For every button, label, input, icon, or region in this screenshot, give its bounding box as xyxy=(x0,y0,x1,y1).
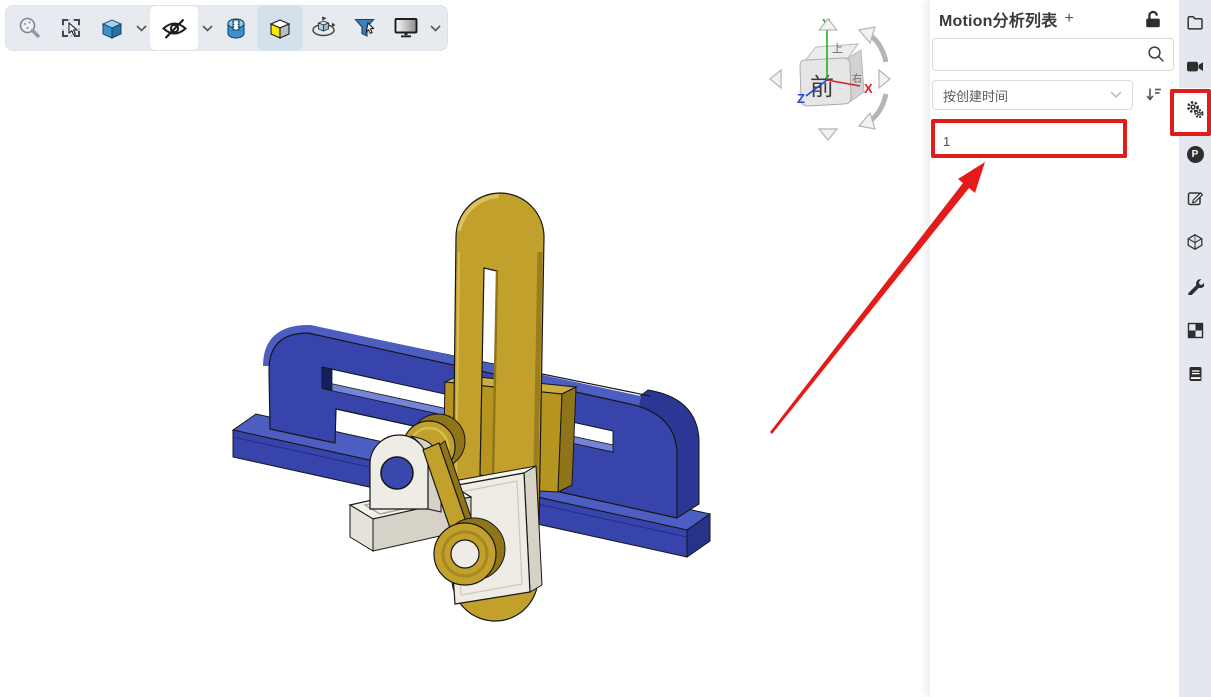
rail-item-tools[interactable] xyxy=(1179,264,1211,308)
book-icon xyxy=(1187,365,1204,383)
view-roll-cw-arrow[interactable] xyxy=(870,94,886,121)
edit-icon xyxy=(1186,189,1204,207)
p-badge-icon: P xyxy=(1187,146,1204,163)
chevron-down-icon xyxy=(136,25,147,32)
section-view-button[interactable] xyxy=(216,6,256,50)
display-mode-dropdown[interactable] xyxy=(427,6,443,50)
view-rotate-down-arrow[interactable] xyxy=(819,129,837,140)
view-cube-dropdown[interactable] xyxy=(133,6,149,50)
search-icon[interactable] xyxy=(1147,45,1166,69)
rail-item-model-tree[interactable] xyxy=(1179,220,1211,264)
selection-filter-icon xyxy=(352,15,378,41)
display-mode-button[interactable] xyxy=(386,6,426,50)
search-box xyxy=(932,38,1174,71)
add-analysis-button[interactable]: + xyxy=(1064,10,1073,28)
rail-item-render-modes[interactable] xyxy=(1179,308,1211,352)
axis-x-label: X xyxy=(864,81,873,96)
view-roll-ccw-arrow[interactable] xyxy=(870,35,886,62)
view-rotate-right-arrow[interactable] xyxy=(879,70,890,88)
rail-item-edit[interactable] xyxy=(1179,176,1211,220)
rail-item-animation[interactable] xyxy=(1179,44,1211,88)
motion-analysis-panel: Motion分析列表 + 按创建时间 xyxy=(930,0,1179,697)
view-cube-icon xyxy=(99,15,125,41)
view-cube[interactable]: 上 右 前 Y X Z xyxy=(770,16,890,140)
list-item[interactable]: 1 xyxy=(930,123,1179,159)
side-rail: P xyxy=(1179,0,1211,697)
box-3d-icon xyxy=(1186,233,1204,251)
panel-header: Motion分析列表 + xyxy=(930,0,1179,33)
camera-icon xyxy=(1186,57,1204,75)
view-rotate-left-arrow[interactable] xyxy=(770,70,781,88)
shaded-display-button[interactable] xyxy=(257,6,303,50)
axis-z-label: Z xyxy=(797,91,805,106)
rail-item-notes[interactable] xyxy=(1179,352,1211,396)
chevron-down-icon xyxy=(430,25,441,32)
sort-direction-button[interactable] xyxy=(1144,85,1164,105)
rotate-view-button[interactable] xyxy=(304,6,344,50)
sort-descending-icon xyxy=(1144,85,1164,105)
chevron-down-icon xyxy=(1110,91,1122,99)
unlock-icon[interactable] xyxy=(1143,9,1164,30)
sort-order-select[interactable]: 按创建时间 xyxy=(932,80,1133,110)
chevron-down-icon xyxy=(202,25,213,32)
box-select-icon xyxy=(58,15,84,41)
display-mode-icon xyxy=(393,15,420,41)
hide-show-dropdown[interactable] xyxy=(199,6,215,50)
rail-item-motion-settings[interactable] xyxy=(1179,88,1211,132)
sort-order-value: 按创建时间 xyxy=(943,86,1110,105)
box-select-button[interactable] xyxy=(51,6,91,50)
view-cube-right-label[interactable]: 右 xyxy=(852,72,862,85)
checker-icon xyxy=(1187,322,1204,339)
analysis-list: 1 xyxy=(930,123,1179,159)
hide-show-button[interactable] xyxy=(150,6,198,50)
zoom-lens-button[interactable] xyxy=(10,6,50,50)
rail-item-properties[interactable]: P xyxy=(1179,132,1211,176)
folder-icon xyxy=(1186,13,1204,31)
rail-item-files[interactable] xyxy=(1179,0,1211,44)
search-input[interactable] xyxy=(932,38,1174,71)
section-view-icon xyxy=(223,15,249,41)
zoom-lens-icon xyxy=(17,15,43,41)
view-cube-front-label[interactable]: 前 xyxy=(810,74,834,101)
shaded-display-icon xyxy=(267,15,293,41)
viewport-3d[interactable]: 上 右 前 Y X Z xyxy=(0,0,930,697)
rotate-view-icon xyxy=(310,15,338,42)
view-cube-top-label[interactable]: 上 xyxy=(832,42,843,55)
cad-app-window: { "toolbar": { "background": "#e7ebf0", … xyxy=(0,0,1211,697)
panel-title: Motion分析列表 xyxy=(939,7,1057,31)
gears-icon xyxy=(1185,100,1205,120)
wrench-icon xyxy=(1186,277,1204,295)
view-cube-button[interactable] xyxy=(92,6,132,50)
selection-filter-button[interactable] xyxy=(345,6,385,50)
hide-show-icon xyxy=(161,15,188,42)
sort-row: 按创建时间 xyxy=(932,80,1174,110)
model-scene[interactable]: 上 右 前 Y X Z xyxy=(0,0,930,697)
view-toolbar xyxy=(5,5,448,51)
